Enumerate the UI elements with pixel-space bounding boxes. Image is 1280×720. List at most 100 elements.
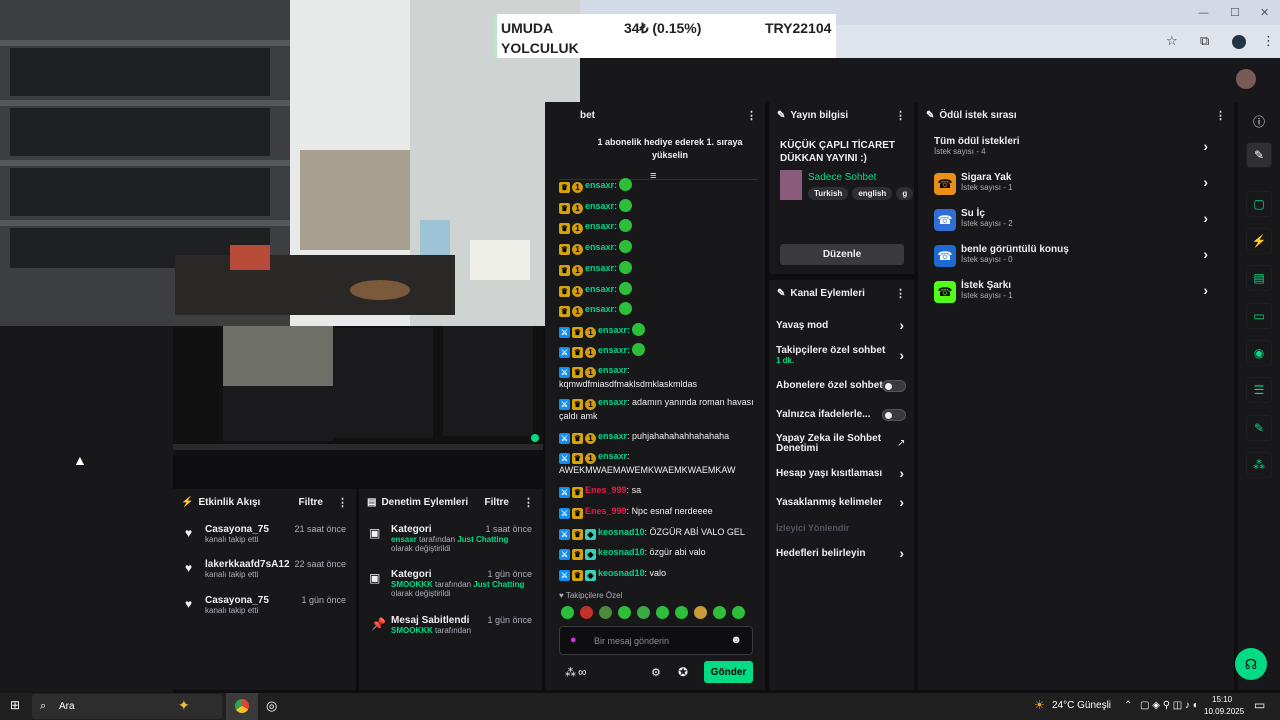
chat-input[interactable]: ● Bir mesaj gönderin ☻ — [559, 626, 753, 655]
maximize-button[interactable]: ☐ — [1230, 6, 1240, 19]
taskbar-search[interactable]: ⌕ Ara ✦ — [32, 694, 222, 719]
share-icon[interactable]: ⁂ — [1246, 452, 1272, 478]
edit-button[interactable]: Düzenle — [780, 244, 904, 265]
followers-only-row[interactable]: Takipçilere özel sohbet 1 dk. › — [776, 345, 914, 365]
chat-user[interactable]: ensaxr — [598, 365, 627, 375]
tag[interactable]: english — [852, 187, 893, 200]
chat-user[interactable]: ensaxr: — [585, 221, 617, 231]
mod-user[interactable]: SMOOKKK — [391, 626, 433, 635]
more-icon[interactable]: ⋮ — [1215, 109, 1226, 122]
chat-user[interactable]: ensaxr: — [585, 263, 617, 273]
chat-icon[interactable]: ▭ — [1246, 303, 1272, 329]
more-icon[interactable]: ⋮ — [895, 109, 906, 122]
more-icon[interactable]: ⋮ — [895, 287, 906, 300]
subs-only-toggle[interactable] — [882, 380, 906, 392]
notification-icon[interactable]: ▭ — [1254, 698, 1265, 712]
reward-row[interactable]: ☎ Sigara Yak İstek sayısı - 1 › — [934, 172, 1234, 195]
chat-user[interactable]: ensaxr — [598, 431, 627, 441]
mod-category[interactable]: Just Chatting — [457, 535, 508, 544]
banned-words-row[interactable]: Yasaklanmış kelimeler › — [776, 494, 914, 510]
chat-user[interactable]: ensaxr: — [598, 325, 630, 335]
tag[interactable]: Turkish — [808, 187, 849, 200]
infinity-icon[interactable]: ∞ — [578, 665, 587, 679]
edit-icon[interactable]: ✎ — [1246, 142, 1272, 168]
bot-icon[interactable]: ✪ — [678, 665, 688, 679]
mod-user[interactable]: SMOOKKK — [391, 580, 433, 589]
lightning-icon[interactable]: ⚡ — [1246, 228, 1272, 254]
emote-icon[interactable] — [694, 606, 707, 619]
emote-icon[interactable] — [713, 606, 726, 619]
chat-user[interactable]: ensaxr — [598, 397, 627, 407]
menu-icon[interactable]: ⋮ — [1262, 34, 1275, 49]
activity-filter-button[interactable]: Filtre — [299, 497, 323, 508]
stream-preview-thumbnail[interactable] — [173, 326, 543, 456]
chat-user[interactable]: keosnad10 — [598, 547, 645, 557]
emote-icon[interactable] — [599, 606, 612, 619]
extensions-icon[interactable]: ⧉ — [1200, 34, 1209, 49]
moderation-filter-button[interactable]: Filtre — [485, 497, 509, 508]
microphone-icon[interactable]: ● — [570, 634, 577, 646]
wrench-icon[interactable]: ✎ — [1246, 415, 1272, 441]
windows-start-icon[interactable]: ⊞ — [10, 698, 20, 712]
clock-time[interactable]: 15:10 — [1212, 695, 1232, 704]
more-icon[interactable]: ⋮ — [523, 496, 534, 509]
category-thumbnail[interactable] — [780, 170, 802, 200]
avatar[interactable] — [1236, 69, 1256, 89]
external-link-icon[interactable]: ↗ — [897, 438, 905, 449]
chat-user[interactable]: Enes_999 — [585, 506, 627, 516]
broadcast-icon[interactable]: ◉ — [1246, 340, 1272, 366]
reward-row[interactable]: ☎ İstek Şarkı İstek sayısı - 1 › — [934, 280, 1234, 303]
chat-user[interactable]: ensaxr: — [598, 345, 630, 355]
list-icon[interactable]: ☰ — [1246, 377, 1272, 403]
chat-user[interactable]: ensaxr: — [585, 304, 617, 314]
stream-category[interactable]: Sadece Sohbet — [808, 172, 876, 183]
slow-mode-row[interactable]: Yavaş mod › — [776, 317, 914, 333]
chat-user[interactable]: Enes_999 — [585, 485, 627, 495]
tag[interactable]: g — [896, 187, 914, 200]
gift-banner[interactable]: 1 abonelik hediye ederek 1. sıraya yükse… — [595, 136, 745, 162]
emotes-only-toggle[interactable] — [882, 409, 906, 421]
document-icon[interactable]: ▤ — [1246, 265, 1272, 291]
emote-icon[interactable] — [675, 606, 688, 619]
minimize-button[interactable]: — — [1198, 6, 1209, 19]
emote-icon[interactable] — [656, 606, 669, 619]
settings-gear-icon[interactable]: ⚙ — [651, 666, 661, 679]
star-icon[interactable]: ☆ — [1166, 34, 1178, 49]
chat-user[interactable]: ensaxr: — [585, 284, 617, 294]
more-icon[interactable]: ⋮ — [337, 496, 348, 509]
emoji-icon[interactable]: ☻ — [730, 634, 742, 646]
clock-date[interactable]: 10.09.2025 — [1204, 707, 1244, 716]
chat-user[interactable]: ensaxr: — [585, 180, 617, 190]
support-headset-icon[interactable]: ☊ — [1235, 648, 1267, 680]
chat-user[interactable]: ensaxr: — [585, 242, 617, 252]
emote-icon[interactable] — [561, 606, 574, 619]
weather-text[interactable]: 24°C Güneşli — [1052, 700, 1111, 711]
account-age-row[interactable]: Hesap yaşı kısıtlaması › — [776, 465, 914, 481]
mod-category[interactable]: Just Chatting — [473, 580, 524, 589]
emote-icon[interactable] — [580, 606, 593, 619]
chat-user[interactable]: ensaxr: — [585, 201, 617, 211]
focus-icon[interactable]: ▢ — [1246, 191, 1272, 217]
tray-up-icon[interactable]: ⌃ — [1124, 700, 1132, 711]
mod-user[interactable]: ensaxr — [391, 535, 417, 544]
tray-icons[interactable]: ▢ ◈ ⚲ ◫ ♪ ◐ — [1140, 700, 1199, 711]
all-rewards-row[interactable]: Tüm ödül istekleri İstek sayısı - 4 › — [934, 136, 1234, 156]
chrome-taskbar-icon[interactable] — [226, 693, 258, 720]
emote-icon[interactable] — [637, 606, 650, 619]
reward-row[interactable]: ☎ Su İç İstek sayısı - 2 › — [934, 208, 1234, 231]
share-icon[interactable]: ⁂ — [565, 666, 576, 679]
chat-user[interactable]: keosnad10 — [598, 568, 645, 578]
profile-icon[interactable] — [1232, 35, 1246, 49]
set-goals-row[interactable]: Hedefleri belirleyin › — [776, 545, 914, 561]
emote-icon[interactable] — [732, 606, 745, 619]
more-icon[interactable]: ⋮ — [746, 109, 757, 122]
chat-user[interactable]: ensaxr — [598, 451, 627, 461]
chat-user[interactable]: keosnad10 — [598, 527, 645, 537]
send-button[interactable]: Gönder — [704, 661, 753, 683]
info-icon[interactable]: ⓘ — [1246, 108, 1272, 134]
emote-icon[interactable] — [618, 606, 631, 619]
ai-moderation-row[interactable]: Yapay Zeka ile Sohbet Denetimi — [776, 434, 886, 454]
close-window-button[interactable]: ✕ — [1260, 6, 1269, 19]
obs-icon[interactable]: ◎ — [266, 698, 277, 714]
reward-row[interactable]: ☎ benle görüntülü konuş İstek sayısı - 0 › — [934, 244, 1234, 267]
